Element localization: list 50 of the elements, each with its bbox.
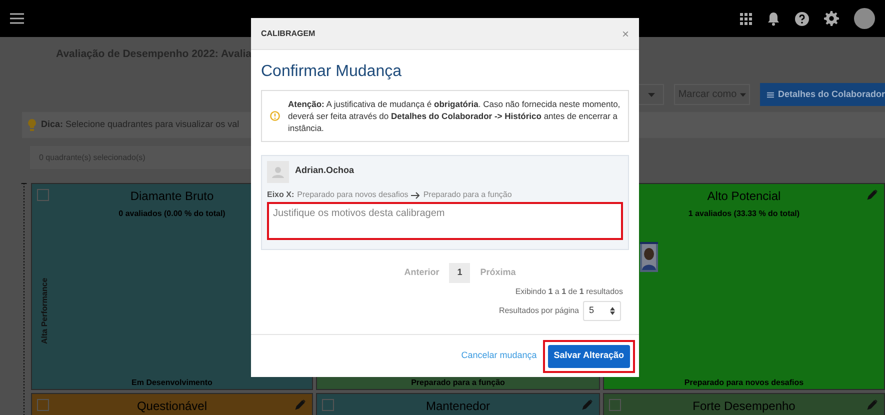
close-button[interactable]: × — [622, 28, 629, 40]
pencil-icon[interactable] — [867, 399, 878, 410]
pencil-icon[interactable] — [867, 189, 878, 200]
settings-icon[interactable] — [824, 11, 839, 26]
quadrant-card[interactable]: Forte Desempenho — [603, 393, 885, 415]
axis-x-label: Eixo X: — [267, 189, 294, 201]
employee-details-button[interactable]: Detalhes do Colaborador — [760, 83, 885, 106]
bell-icon[interactable] — [767, 12, 780, 26]
save-change-button[interactable]: Salvar Alteração — [548, 344, 630, 368]
sort-icon — [610, 307, 615, 315]
quadrant-card[interactable]: Mantenedor — [316, 393, 600, 415]
quadrant-checkbox[interactable] — [322, 399, 334, 411]
caret-icon — [648, 92, 654, 96]
quadrant-count: 0 avaliados (0.00 % do total) — [118, 208, 226, 220]
page-number-button[interactable]: 1 — [449, 263, 470, 283]
quadrant-footer: Em Desenvolvimento — [32, 378, 312, 388]
pencil-icon[interactable] — [295, 399, 306, 410]
axis-label: Alta Performance — [39, 278, 50, 344]
help-icon[interactable] — [795, 12, 809, 26]
pencil-icon[interactable] — [582, 399, 593, 410]
avatar-icon — [267, 161, 289, 183]
quadrant-title: Diamante Bruto — [130, 188, 214, 205]
quadrant-title: Forte Desempenho — [692, 398, 796, 415]
lightbulb-icon — [28, 119, 36, 131]
quadrant-checkbox[interactable] — [37, 399, 49, 411]
quadrant-footer: Preparado para novos desafios — [604, 378, 884, 388]
new-position: Preparado para a função — [423, 189, 512, 201]
quadrant-count: 1 avaliados (33.33 % do total) — [688, 208, 800, 220]
modal-title: Confirmar Mudança — [261, 62, 402, 82]
per-page-label: Resultados por página — [498, 305, 579, 317]
quadrant-checkbox[interactable] — [37, 189, 49, 201]
arrow-right-icon — [411, 192, 420, 198]
menu-icon[interactable] — [10, 13, 24, 24]
quadrant-footer: Preparado para a função — [317, 378, 599, 388]
modal-header: CALIBRAGEM — [261, 28, 316, 40]
per-page-select[interactable]: 5 — [583, 301, 621, 321]
quadrant-title: Alto Potencial — [707, 188, 781, 205]
justification-field[interactable]: Justifique os motivos desta calibragem — [267, 202, 623, 240]
employee-name: Adrian.Ochoa — [295, 164, 354, 177]
quadrant-title: Mantenedor — [426, 398, 490, 415]
caret-icon — [740, 92, 746, 96]
list-icon — [767, 90, 774, 98]
quadrant-card[interactable]: Questionável — [31, 393, 313, 415]
quadrant-checkbox[interactable] — [609, 399, 621, 411]
alert-text: Atenção: A justificativa de mudança é obrigatória. Caso não fornecida neste momento, deverá ser feita através do Detalhes do Colaborador -> Histórico antes de encerrar a instância. — [288, 98, 622, 134]
warning-icon — [270, 111, 280, 121]
cancel-change-link[interactable]: Cancelar mudança — [461, 349, 537, 363]
apps-grid-icon[interactable] — [740, 12, 752, 24]
user-avatar[interactable] — [854, 8, 875, 29]
quadrant-title: Questionável — [136, 398, 208, 415]
